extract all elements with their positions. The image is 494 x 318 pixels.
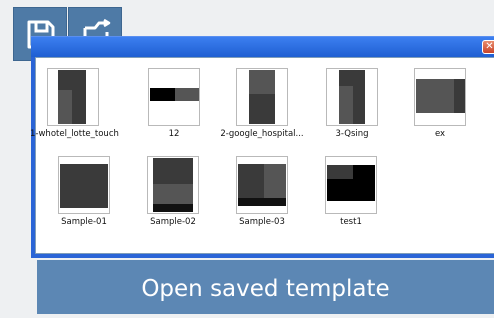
template-label: test1 <box>340 217 362 227</box>
template-list: 1-whotel_lotte_touch 12 2-google_hospita… <box>30 57 494 254</box>
template-thumbnail <box>326 68 378 126</box>
close-icon: ✕ <box>485 41 494 52</box>
template-thumbnail <box>147 156 199 214</box>
template-thumbnail <box>325 156 377 214</box>
template-thumbnail <box>58 156 110 214</box>
template-label: 2-google_hospital... <box>220 129 304 139</box>
template-item[interactable]: 1-whotel_lotte_touch <box>30 68 119 139</box>
template-item[interactable]: Sample-01 <box>41 156 127 227</box>
template-item[interactable]: 3-Qsing <box>309 68 395 139</box>
template-thumbnail <box>414 68 466 126</box>
template-label: Sample-03 <box>239 217 285 227</box>
template-label: 1-whotel_lotte_touch <box>30 129 119 139</box>
template-label: 3-Qsing <box>335 129 369 139</box>
template-item[interactable]: ex <box>397 68 483 139</box>
template-label: ex <box>434 129 446 139</box>
template-thumbnail <box>148 68 200 126</box>
template-thumbnail <box>236 68 288 126</box>
template-label: Sample-02 <box>150 217 196 227</box>
template-item[interactable]: Sample-03 <box>219 156 305 227</box>
template-thumbnail <box>47 68 99 126</box>
template-label: 12 <box>168 129 180 139</box>
dialog-titlebar: ✕ <box>31 37 494 57</box>
template-label: Sample-01 <box>61 217 107 227</box>
caption-banner: Open saved template <box>37 260 494 314</box>
open-template-dialog: ✕ 1-whotel_lotte_touch 12 2-google_hospi… <box>30 36 494 258</box>
template-item[interactable]: Sample-02 <box>130 156 216 227</box>
template-item[interactable]: 2-google_hospital... <box>219 68 305 139</box>
template-thumbnail <box>236 156 288 214</box>
template-item[interactable]: 12 <box>131 68 217 139</box>
template-item[interactable]: test1 <box>308 156 394 227</box>
close-button[interactable]: ✕ <box>482 40 494 54</box>
